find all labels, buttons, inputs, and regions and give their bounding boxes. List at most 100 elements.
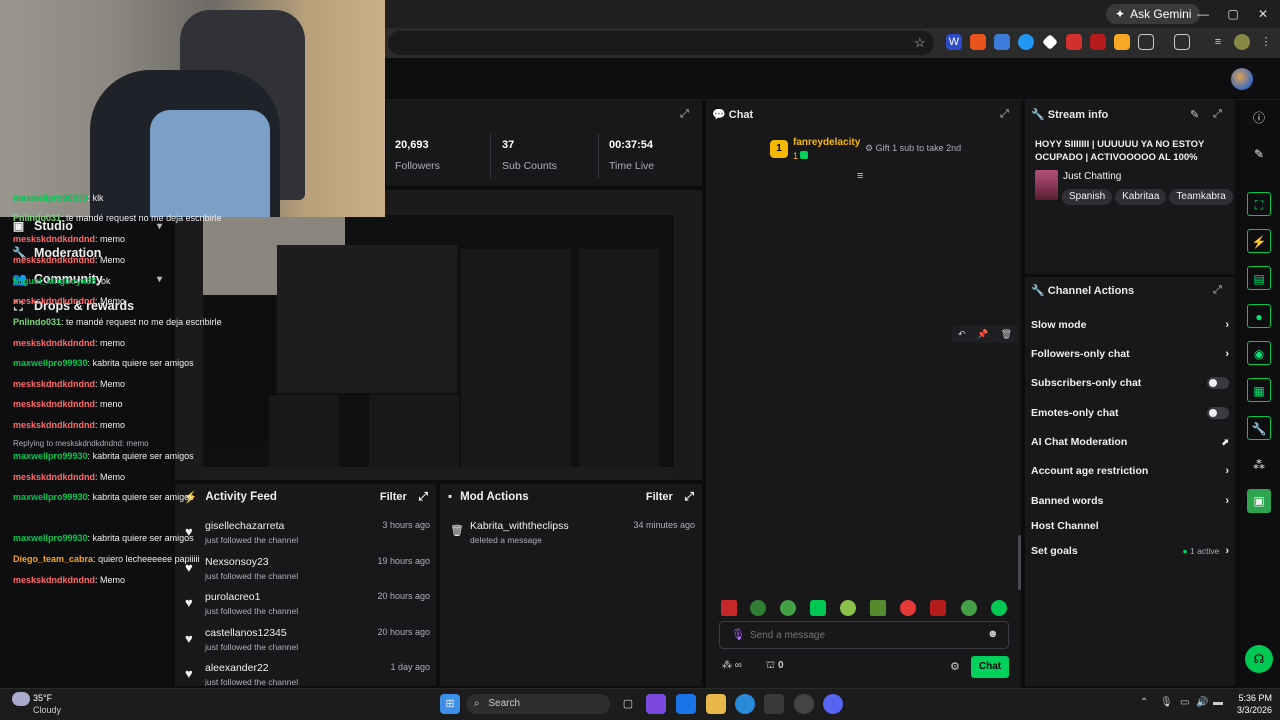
copilot-icon[interactable]	[646, 694, 666, 714]
kebab-menu-icon[interactable]: ⋮	[1258, 34, 1274, 50]
layout-icon[interactable]: ▦	[1247, 378, 1271, 402]
chat-bubble-icon[interactable]: ●	[1247, 304, 1271, 328]
tag[interactable]: Spanish	[1062, 189, 1113, 205]
emote[interactable]	[930, 600, 946, 616]
chat-username[interactable]: meskskdndkdndnd	[13, 338, 95, 348]
maximize-button[interactable]: ▢	[1220, 4, 1246, 24]
infinity-badge-icon[interactable]: ⁂ ∞	[722, 660, 742, 671]
discord-icon[interactable]	[823, 694, 843, 714]
obs-icon[interactable]	[794, 694, 814, 714]
chat-username[interactable]: meskskdndkdndnd	[13, 379, 95, 389]
chat-username[interactable]: meskskdndkdndnd	[13, 399, 95, 409]
emoji-icon[interactable]: ☻	[987, 628, 999, 640]
send-chat-button[interactable]: Chat	[971, 656, 1009, 678]
chat-scrollbar[interactable]	[1018, 535, 1021, 590]
tray-overflow-icon[interactable]: ⌃	[1140, 697, 1148, 708]
set-goals-row[interactable]: Set goals ● 1 active ›	[1031, 542, 1229, 560]
banned-words-row[interactable]: Banned words ›	[1031, 492, 1229, 510]
emote[interactable]	[870, 600, 886, 616]
chat-username[interactable]: maxwellpro99930	[13, 533, 88, 543]
taskbar-search[interactable]: ⌕ Search	[466, 694, 610, 714]
community-icon[interactable]: ⁂	[1247, 453, 1271, 477]
reading-list-icon[interactable]: ≡	[1210, 34, 1226, 50]
trash-icon[interactable]: 🗑	[1001, 325, 1012, 343]
popout-icon[interactable]: ⤢	[685, 491, 694, 504]
outlook-icon[interactable]	[676, 694, 696, 714]
emote[interactable]	[961, 600, 977, 616]
chat-username[interactable]: Miguel_kingboyx33	[13, 276, 96, 286]
volume-icon[interactable]: 🔊	[1196, 697, 1208, 708]
file-explorer-icon[interactable]	[706, 694, 726, 714]
chat-username[interactable]: maxwellpro99930	[13, 492, 88, 502]
popout-icon[interactable]: ⤢	[1000, 108, 1009, 121]
popout-icon[interactable]: ⤢	[1213, 108, 1222, 121]
ai-chat-moderation-row[interactable]: AI Chat Moderation ⬈	[1031, 433, 1229, 451]
avatar[interactable]	[1231, 68, 1253, 90]
filter-button[interactable]: Filter	[646, 491, 673, 503]
chat-message-input[interactable]	[750, 626, 950, 644]
followers-only-chat-row[interactable]: Followers-only chat ›	[1031, 345, 1229, 363]
clock-time[interactable]: 5:36 PM	[1236, 693, 1272, 703]
points-display[interactable]: ⛫ 0	[766, 660, 784, 673]
tag[interactable]: Teamkabra	[1169, 189, 1233, 205]
chat-username[interactable]: meskskdndkdndnd	[13, 420, 95, 430]
microphone-icon[interactable]: 🎙	[1160, 697, 1173, 708]
emotes-only-toggle[interactable]	[1207, 407, 1229, 419]
bot-app-icon[interactable]: ▣	[1247, 489, 1271, 513]
edge-icon[interactable]	[735, 694, 755, 714]
emote[interactable]	[900, 600, 916, 616]
popout-icon[interactable]: ⤢	[1213, 284, 1222, 297]
gift-sub-prompt[interactable]: ⚙ Gift 1 sub to take 2nd	[865, 143, 961, 154]
chat-username[interactable]: maxwellpro99930	[13, 358, 88, 368]
extension-icon[interactable]	[1114, 34, 1130, 50]
gear-icon[interactable]: ⚙	[950, 660, 960, 673]
category-name[interactable]: Just Chatting	[1063, 171, 1121, 182]
extension-icon[interactable]	[1018, 34, 1034, 50]
chat-username[interactable]: Diego_team_cabra	[13, 554, 93, 564]
emote[interactable]	[840, 600, 856, 616]
leaderboard-name[interactable]: fanreydelacity	[793, 137, 860, 148]
chrome-icon[interactable]	[764, 694, 784, 714]
extension-icon[interactable]	[994, 34, 1010, 50]
chat-username[interactable]: meskskdndkdndnd	[13, 234, 95, 244]
emote[interactable]	[810, 600, 826, 616]
info-icon[interactable]: ⓘ	[1247, 106, 1271, 130]
chat-username[interactable]: Pnlindo031	[13, 213, 61, 223]
chat-username[interactable]: meskskdndkdndnd	[13, 296, 95, 306]
microphone-icon[interactable]: 🎙	[731, 628, 745, 641]
edit-pencil-icon[interactable]: ✎	[1247, 142, 1271, 166]
minimize-button[interactable]: —	[1190, 4, 1216, 24]
close-window-button[interactable]: ✕	[1250, 4, 1276, 24]
lightning-icon[interactable]: ⚡	[1247, 229, 1271, 253]
edit-pencil-icon[interactable]: ✎	[1190, 108, 1199, 121]
battery-icon[interactable]: ▬	[1213, 697, 1223, 708]
extension-icon[interactable]	[1090, 34, 1106, 50]
filter-button[interactable]: Filter	[380, 491, 407, 503]
weather-icon[interactable]	[12, 692, 30, 706]
clipboard-icon[interactable]: ▤	[1247, 266, 1271, 290]
extensions-puzzle-icon[interactable]	[1138, 34, 1154, 50]
host-channel-row[interactable]: Host Channel	[1031, 517, 1229, 535]
chat-username[interactable]: meskskdndkdndnd	[13, 575, 95, 585]
chat-username[interactable]: Pnlindo031	[13, 317, 61, 327]
tag[interactable]: Kabritaa	[1115, 189, 1167, 205]
task-view-icon[interactable]: ▢	[618, 694, 638, 714]
subscribers-only-toggle[interactable]	[1207, 377, 1229, 389]
address-bar[interactable]	[388, 31, 934, 55]
chat-username[interactable]: meskskdndkdndnd	[13, 255, 95, 265]
popout-icon[interactable]: ⤢	[680, 108, 689, 121]
ask-gemini-button[interactable]: ✦ Ask Gemini	[1106, 4, 1201, 24]
extension-icon[interactable]	[1066, 34, 1082, 50]
pin-icon[interactable]: 📌	[977, 325, 988, 343]
network-icon[interactable]: ▭	[1180, 697, 1189, 708]
cast-icon[interactable]	[1174, 34, 1190, 50]
account-age-restriction-row[interactable]: Account age restriction ›	[1031, 462, 1229, 480]
extension-icon[interactable]	[970, 34, 986, 50]
extension-icon[interactable]: W	[946, 34, 962, 50]
chat-username[interactable]: maxwellpro99930	[13, 193, 88, 203]
wrench-icon[interactable]: 🔧	[1247, 416, 1271, 440]
emote[interactable]	[991, 600, 1007, 616]
windows-start-icon[interactable]: ⊞	[440, 694, 460, 714]
emote[interactable]	[780, 600, 796, 616]
profile-icon[interactable]	[1234, 34, 1250, 50]
